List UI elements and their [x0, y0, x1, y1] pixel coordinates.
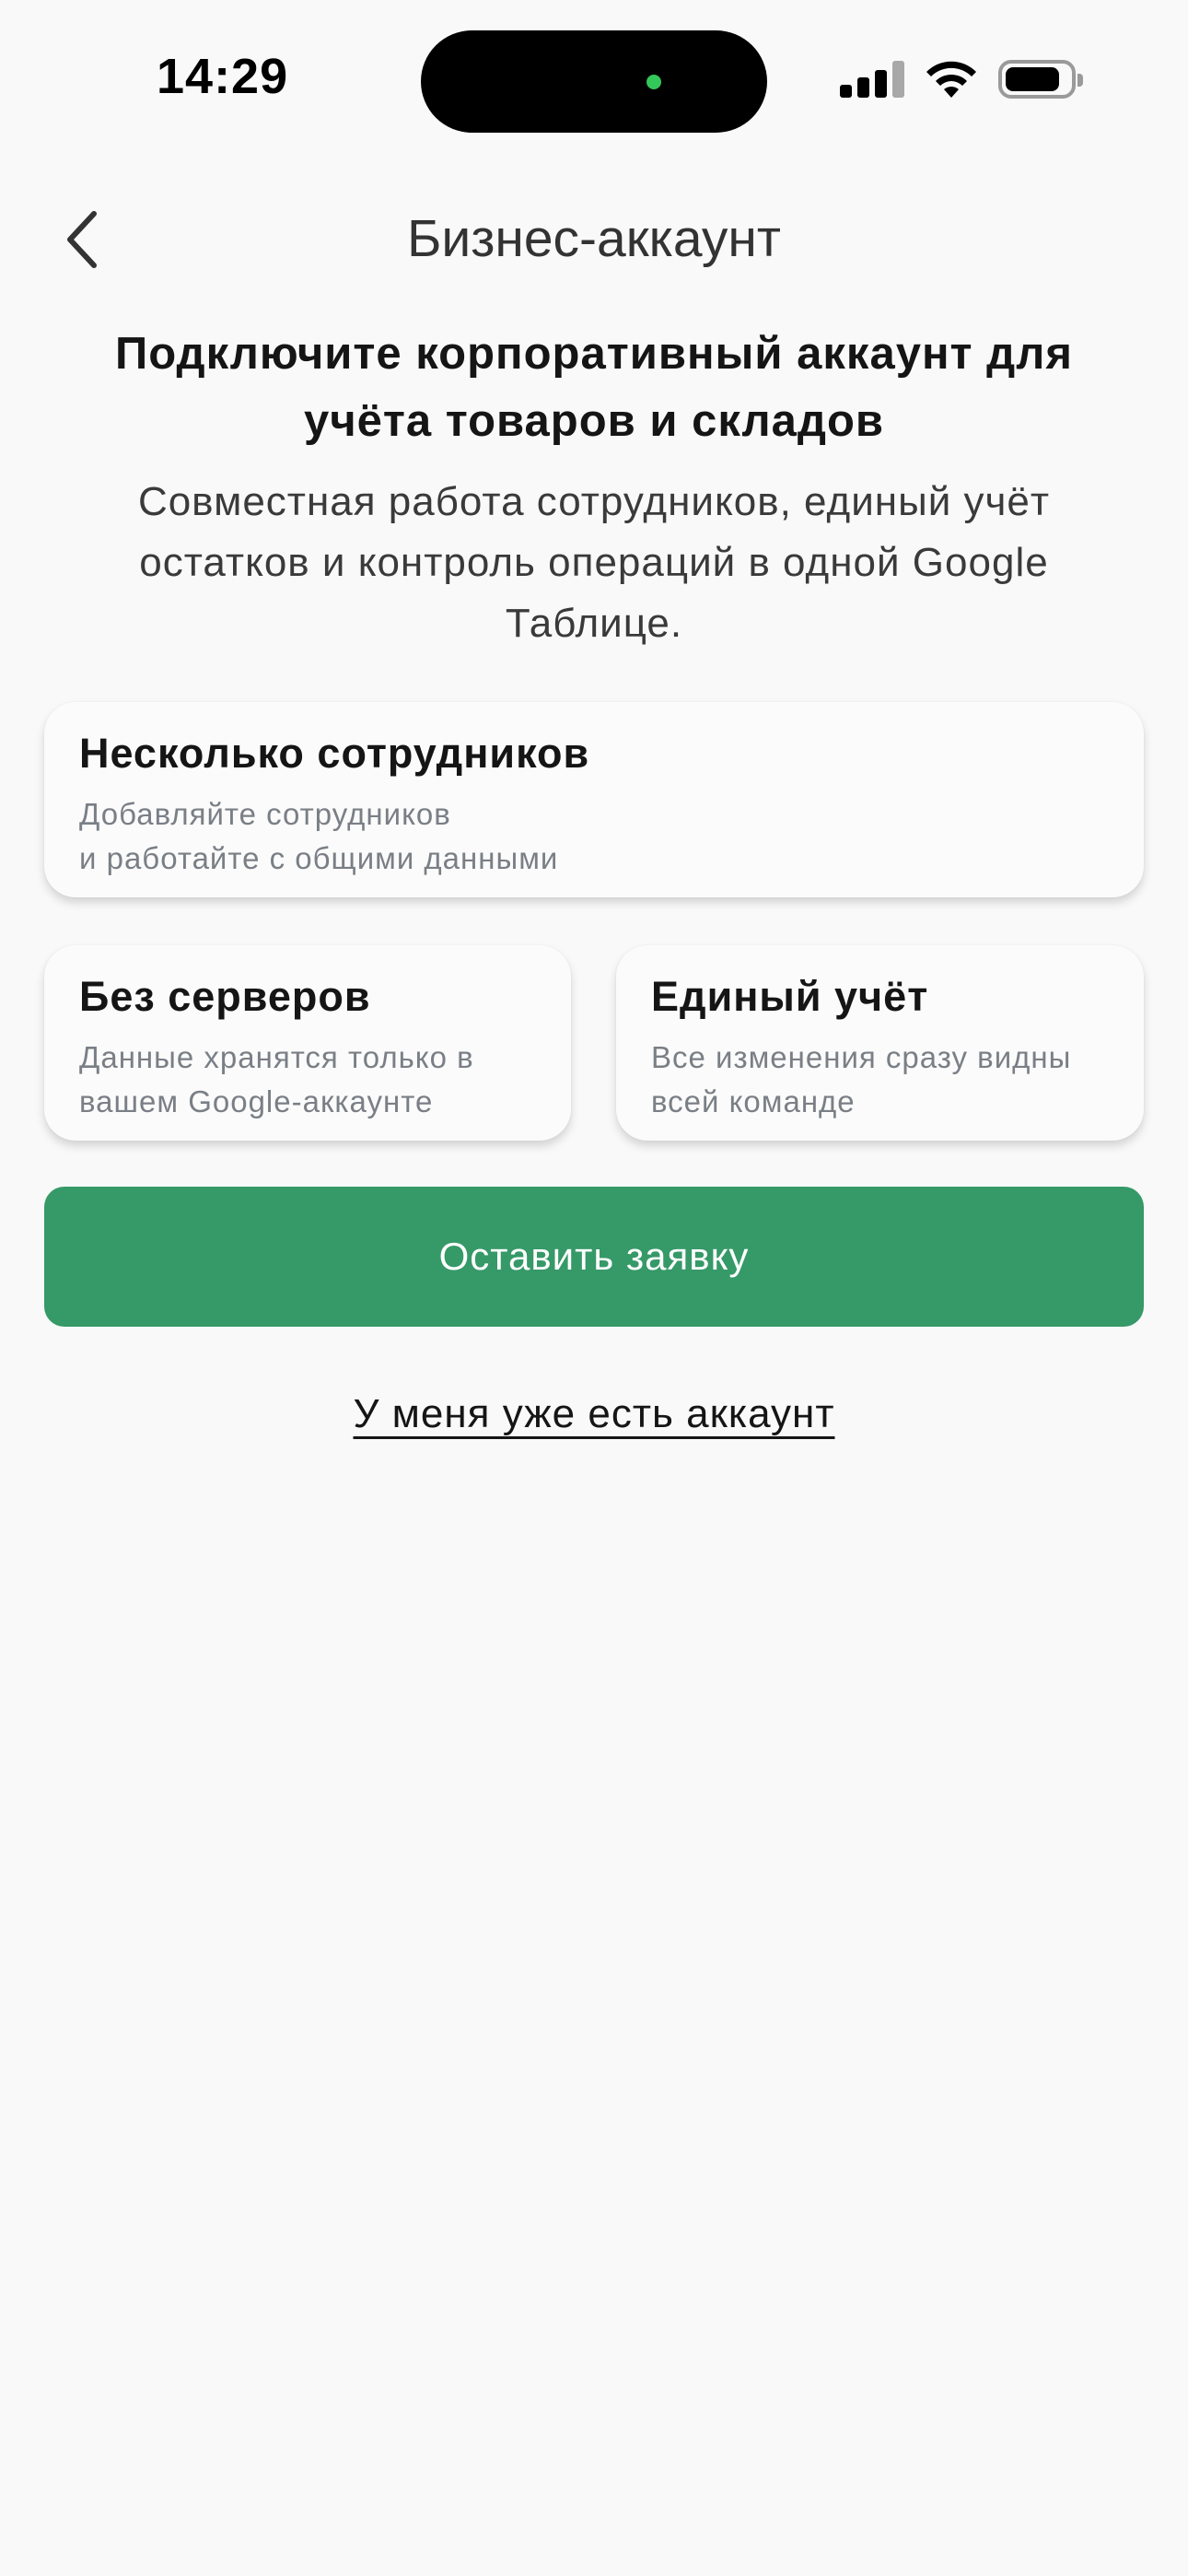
- signal-icon: [840, 61, 904, 98]
- status-time: 14:29: [157, 49, 289, 104]
- feature-description: Данные хранятся только в вашем Google-ак…: [79, 1040, 474, 1118]
- feature-title: Единый учёт: [651, 973, 929, 1020]
- submit-request-button[interactable]: Оставить заявку: [44, 1187, 1144, 1327]
- feature-card-employees: Несколько сотрудников Добавляйте сотрудн…: [44, 702, 1144, 897]
- page-title: Бизнес-аккаунт: [406, 209, 781, 268]
- feature-card-no-servers: Без серверов Данные хранятся только в ва…: [44, 945, 571, 1141]
- battery-icon: [998, 60, 1083, 99]
- feature-description: Добавляйте сотрудников и работайте с общ…: [79, 797, 559, 875]
- feature-card-unified-accounting: Единый учёт Все изменения сразу видны вс…: [616, 945, 1144, 1141]
- subtitle: Совместная работа сотрудников, единый уч…: [137, 479, 1051, 646]
- feature-title: Без серверов: [79, 973, 371, 1020]
- camera-indicator-icon: [646, 75, 661, 89]
- wifi-icon: [926, 61, 976, 98]
- business-account-screen: 14:29 Бизнес-аккаунт Подключите корпорат…: [0, 0, 1188, 2576]
- feature-description: Все изменения сразу видны всей команде: [651, 1040, 1072, 1118]
- dynamic-island: [421, 30, 767, 133]
- existing-account-link-container: У меня уже есть аккаунт: [0, 1391, 1188, 1437]
- feature-title: Несколько сотрудников: [79, 730, 590, 777]
- headline: Подключите корпоративный аккаунт для учё…: [115, 329, 1073, 446]
- existing-account-link[interactable]: У меня уже есть аккаунт: [353, 1391, 834, 1436]
